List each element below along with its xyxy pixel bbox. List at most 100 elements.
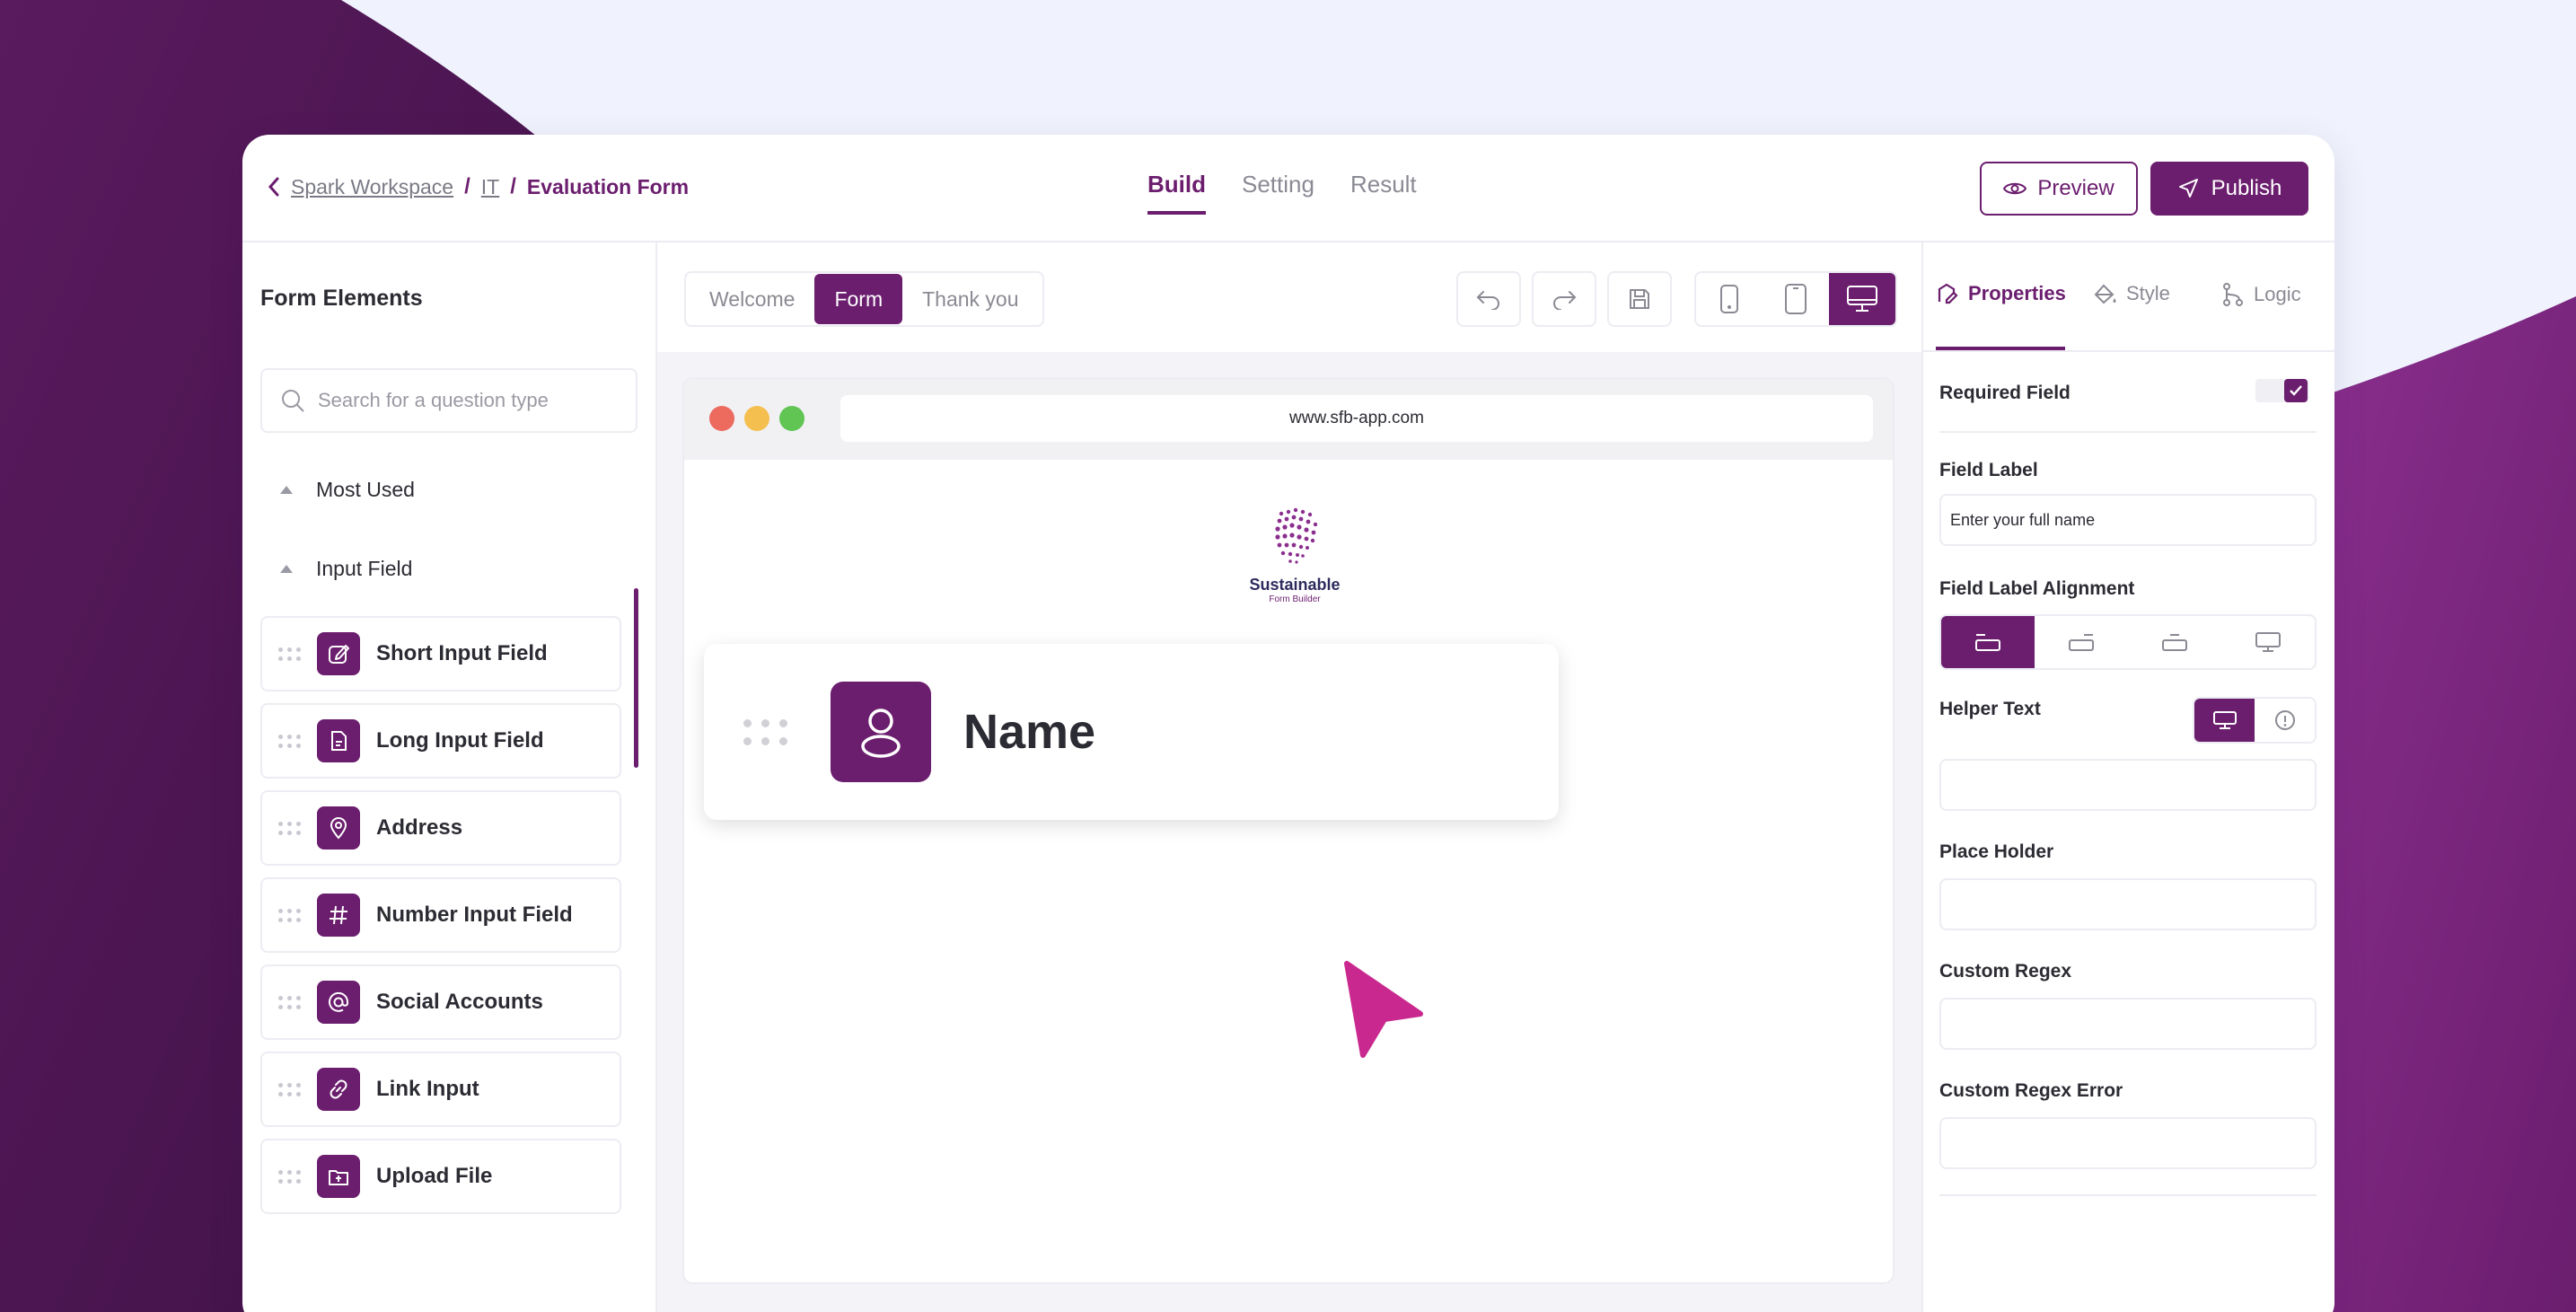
list-item[interactable]: Link Input bbox=[260, 1052, 621, 1127]
undo-icon bbox=[1476, 291, 1499, 310]
align-right-button[interactable] bbox=[2035, 616, 2128, 668]
custom-regex-input[interactable] bbox=[1939, 998, 2317, 1050]
list-item[interactable]: Address bbox=[260, 790, 621, 866]
checkmark-icon bbox=[2290, 385, 2302, 396]
list-item[interactable]: Short Input Field bbox=[260, 616, 621, 691]
helper-below-button[interactable] bbox=[2194, 699, 2255, 742]
breadcrumb-current: Evaluation Form bbox=[526, 174, 690, 198]
drag-handle-icon[interactable] bbox=[278, 647, 301, 661]
link-icon bbox=[317, 1068, 360, 1111]
properties-icon bbox=[1938, 283, 1958, 304]
form-logo: Sustainable Form Builder bbox=[1241, 505, 1349, 604]
desktop-view-button[interactable] bbox=[1829, 273, 1895, 325]
list-item[interactable]: Social Accounts bbox=[260, 964, 621, 1040]
placeholder-title: Place Holder bbox=[1939, 841, 2054, 862]
properties-panel: Properties Style Logic Required Field Fi… bbox=[1921, 242, 2334, 1312]
category-input-field[interactable]: Input Field bbox=[280, 557, 412, 581]
redo-icon bbox=[1553, 291, 1577, 310]
custom-regex-error-input[interactable] bbox=[1939, 1117, 2317, 1169]
drag-handle-icon[interactable] bbox=[278, 1169, 301, 1184]
active-tab-indicator bbox=[1936, 347, 2065, 350]
item-label: Link Input bbox=[376, 1077, 479, 1101]
category-label: Most Used bbox=[316, 478, 415, 501]
tab-setting[interactable]: Setting bbox=[1242, 171, 1314, 215]
align-center-button[interactable] bbox=[2128, 616, 2221, 668]
top-bar: Spark Workspace / IT / Evaluation Form B… bbox=[242, 135, 2334, 242]
category-most-used[interactable]: Most Used bbox=[280, 478, 415, 502]
tablet-view-button[interactable] bbox=[1763, 273, 1829, 325]
drag-handle-icon[interactable] bbox=[278, 908, 301, 922]
send-icon bbox=[2178, 179, 2198, 198]
placeholder-input[interactable] bbox=[1939, 878, 2317, 930]
helper-tooltip-button[interactable] bbox=[2255, 699, 2315, 742]
helper-text-input[interactable] bbox=[1939, 759, 2317, 811]
monitor-icon bbox=[2212, 711, 2237, 729]
field-label-input[interactable]: Enter your full name bbox=[1939, 494, 2317, 546]
url-bar: www.sfb-app.com bbox=[840, 395, 1873, 442]
tab-thank-you[interactable]: Thank you bbox=[902, 274, 1038, 324]
list-item[interactable]: Long Input Field bbox=[260, 703, 621, 779]
divider bbox=[1939, 431, 2317, 433]
browser-bar: www.sfb-app.com bbox=[684, 379, 1893, 460]
preview-label: Preview bbox=[2037, 176, 2114, 200]
drag-handle-icon[interactable] bbox=[743, 718, 787, 745]
item-label: Upload File bbox=[376, 1164, 493, 1188]
breadcrumb-folder[interactable]: IT bbox=[481, 175, 499, 199]
document-icon bbox=[317, 719, 360, 762]
scrollbar[interactable] bbox=[634, 588, 638, 768]
preview-button[interactable]: Preview bbox=[1980, 162, 2138, 216]
tab-properties[interactable]: Properties bbox=[1936, 282, 2066, 305]
align-left-button[interactable] bbox=[1941, 616, 2035, 668]
name-field-card[interactable]: Name bbox=[704, 644, 1559, 1058]
align-right-icon bbox=[2069, 634, 2094, 651]
device-switcher bbox=[1694, 271, 1897, 327]
form-builder-window: Spark Workspace / IT / Evaluation Form B… bbox=[242, 135, 2334, 1312]
eye-icon bbox=[2003, 182, 2027, 195]
redo-button[interactable] bbox=[1532, 271, 1596, 327]
list-item[interactable]: Number Input Field bbox=[260, 877, 621, 953]
monitor-icon bbox=[2255, 632, 2281, 652]
search-placeholder: Search for a question type bbox=[318, 389, 549, 411]
hash-icon bbox=[317, 894, 360, 937]
divider bbox=[1939, 1194, 2317, 1196]
tab-form[interactable]: Form bbox=[814, 274, 903, 324]
item-label: Short Input Field bbox=[376, 641, 548, 665]
user-icon bbox=[831, 682, 931, 782]
tab-build[interactable]: Build bbox=[1147, 171, 1206, 215]
breadcrumb-separator: / bbox=[510, 174, 516, 198]
required-checkbox[interactable] bbox=[2284, 379, 2308, 402]
undo-button[interactable] bbox=[1456, 271, 1521, 327]
tab-result[interactable]: Result bbox=[1350, 171, 1417, 215]
drag-handle-icon[interactable] bbox=[278, 734, 301, 748]
required-field-label: Required Field bbox=[1939, 383, 2070, 403]
edit-icon bbox=[317, 632, 360, 675]
search-input[interactable]: Search for a question type bbox=[260, 368, 637, 433]
category-label: Input Field bbox=[316, 557, 413, 580]
tab-welcome[interactable]: Welcome bbox=[690, 274, 814, 324]
alignment-options bbox=[1939, 614, 2317, 670]
drag-handle-icon[interactable] bbox=[278, 1082, 301, 1096]
window-minimize-dot bbox=[744, 406, 769, 431]
tab-style[interactable]: Style bbox=[2092, 282, 2170, 305]
publish-button[interactable]: Publish bbox=[2150, 162, 2308, 216]
upload-folder-icon bbox=[317, 1155, 360, 1198]
mobile-view-button[interactable] bbox=[1696, 273, 1763, 325]
logo-mark-icon bbox=[1275, 507, 1318, 564]
field-label-value: Enter your full name bbox=[1950, 510, 2096, 529]
save-button[interactable] bbox=[1607, 271, 1672, 327]
drag-handle-icon[interactable] bbox=[278, 821, 301, 835]
tab-label: Logic bbox=[2254, 283, 2301, 305]
window-close-dot bbox=[709, 406, 734, 431]
list-item[interactable]: Upload File bbox=[260, 1139, 621, 1214]
desktop-icon bbox=[1847, 286, 1877, 312]
field-name-label: Name bbox=[963, 705, 1096, 759]
breadcrumb-workspace[interactable]: Spark Workspace bbox=[291, 175, 453, 199]
publish-label: Publish bbox=[2211, 176, 2282, 200]
chevron-left-icon[interactable] bbox=[268, 177, 280, 197]
logic-branch-icon bbox=[2223, 283, 2243, 306]
item-label: Social Accounts bbox=[376, 990, 543, 1014]
drag-handle-icon[interactable] bbox=[278, 995, 301, 1009]
form-canvas: www.sfb-app.com Sustainable Form Builder… bbox=[657, 352, 1921, 1312]
tab-logic[interactable]: Logic bbox=[2221, 282, 2301, 307]
align-inline-button[interactable] bbox=[2221, 616, 2315, 668]
